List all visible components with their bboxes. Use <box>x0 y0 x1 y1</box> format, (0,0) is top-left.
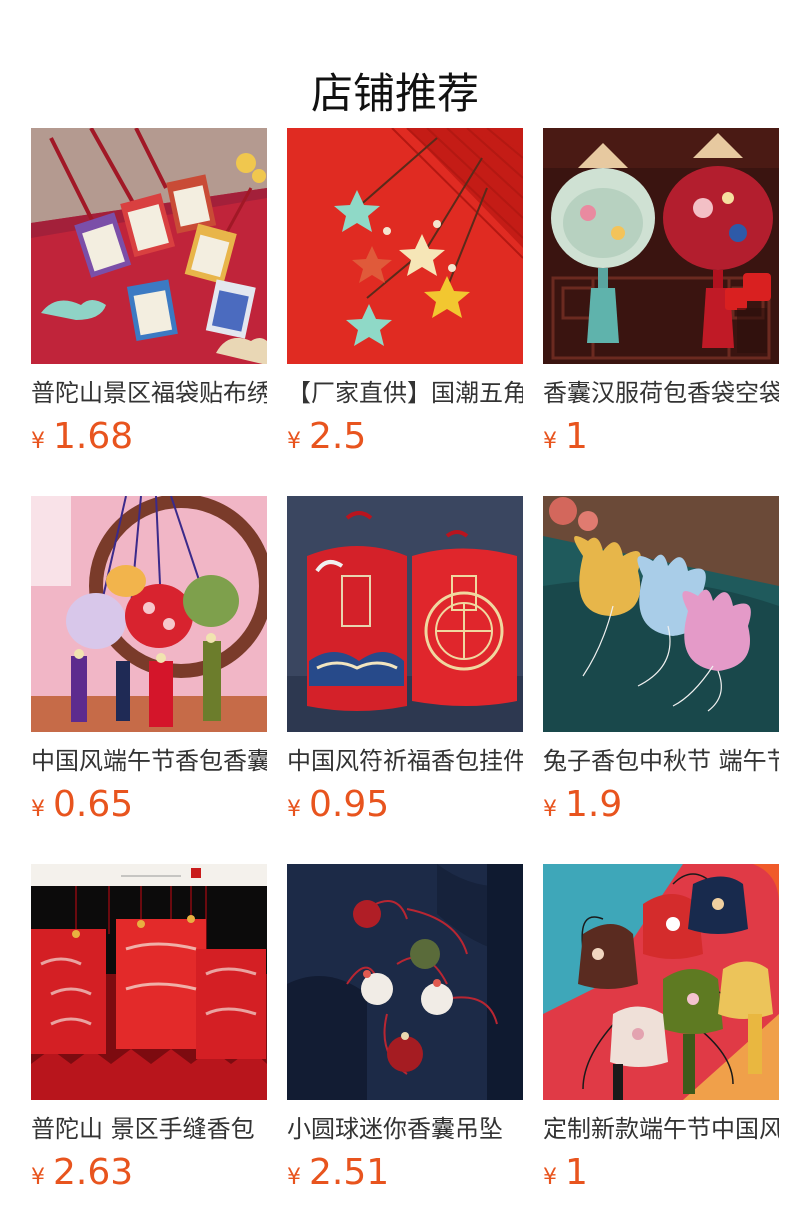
mini-ball-sachets-image[interactable] <box>287 864 523 1100</box>
currency-symbol: ¥ <box>543 429 557 454</box>
price-value: 1 <box>565 1152 588 1193</box>
court-sachet-image[interactable] <box>543 128 779 364</box>
currency-symbol: ¥ <box>543 1165 557 1190</box>
product-name[interactable]: 中国风端午节香包香囊 <box>31 744 267 778</box>
price-value: 1.9 <box>565 784 623 825</box>
price-value: 2.5 <box>309 416 367 457</box>
product-card[interactable]: 普陀山景区福袋贴布绣 ¥1.68 <box>31 128 267 496</box>
currency-symbol: ¥ <box>31 797 45 822</box>
price-value: 1.68 <box>53 416 134 457</box>
product-price: ¥2.63 <box>31 1150 133 1196</box>
tassel-sachets-image[interactable] <box>31 496 267 732</box>
product-name[interactable]: 普陀山景区福袋贴布绣 <box>31 376 267 410</box>
product-card[interactable]: 香囊汉服荷包香袋空袋 ¥1 <box>543 128 779 496</box>
product-price: ¥1.9 <box>543 782 622 828</box>
product-price: ¥2.51 <box>287 1150 389 1196</box>
price-value: 0.95 <box>309 784 390 825</box>
product-name[interactable]: 定制新款端午节中国风 <box>543 1112 779 1146</box>
product-card[interactable]: 兔子香包中秋节 端午节 ¥1.9 <box>543 496 779 864</box>
product-card[interactable]: 小圆球迷你香囊吊坠 ¥2.51 <box>287 864 523 1232</box>
product-card[interactable]: 【厂家直供】国潮五角 ¥2.5 <box>287 128 523 496</box>
currency-symbol: ¥ <box>287 429 301 454</box>
amulet-pouches-image[interactable] <box>31 128 267 364</box>
product-card[interactable]: 普陀山 景区手缝香包 ¥2.63 <box>31 864 267 1232</box>
rabbit-sachets-image[interactable] <box>543 496 779 732</box>
price-value: 1 <box>565 416 588 457</box>
product-price: ¥1.68 <box>31 414 133 460</box>
currency-symbol: ¥ <box>287 797 301 822</box>
currency-symbol: ¥ <box>543 797 557 822</box>
product-name[interactable]: 普陀山 景区手缝香包 <box>31 1112 267 1146</box>
product-price: ¥2.5 <box>287 414 366 460</box>
page-title: 店铺推荐 <box>310 69 479 119</box>
product-grid: 普陀山景区福袋贴布绣 ¥1.68 【厂家直供】国潮五角 ¥ 2.5 香囊汉服荷包… <box>31 128 779 1232</box>
product-price: ¥1 <box>543 1150 588 1196</box>
star-pendants-image[interactable] <box>287 128 523 364</box>
blessing-charms-image[interactable] <box>287 496 523 732</box>
currency-symbol: ¥ <box>31 1165 45 1190</box>
product-name[interactable]: 【厂家直供】国潮五角 <box>287 376 523 410</box>
price-value: 2.63 <box>53 1152 134 1193</box>
product-name[interactable]: 兔子香包中秋节 端午节 <box>543 744 779 778</box>
red-brocade-bags-image[interactable] <box>31 864 267 1100</box>
product-name[interactable]: 香囊汉服荷包香袋空袋 <box>543 376 779 410</box>
price-value: 0.65 <box>53 784 134 825</box>
currency-symbol: ¥ <box>31 429 45 454</box>
product-price: ¥1 <box>543 414 588 460</box>
product-card[interactable]: 中国风符祈福香包挂件 ¥0.95 <box>287 496 523 864</box>
price-value: 2.51 <box>309 1152 390 1193</box>
product-card[interactable]: 定制新款端午节中国风 ¥1 <box>543 864 779 1232</box>
product-name[interactable]: 中国风符祈福香包挂件 <box>287 744 523 778</box>
currency-symbol: ¥ <box>287 1165 301 1190</box>
product-name[interactable]: 小圆球迷你香囊吊坠 <box>287 1112 523 1146</box>
product-price: ¥0.95 <box>287 782 389 828</box>
product-price: ¥0.65 <box>31 782 133 828</box>
product-card[interactable]: 中国风端午节香包香囊 ¥0.65 <box>31 496 267 864</box>
embroidered-sachets-image[interactable] <box>543 864 779 1100</box>
